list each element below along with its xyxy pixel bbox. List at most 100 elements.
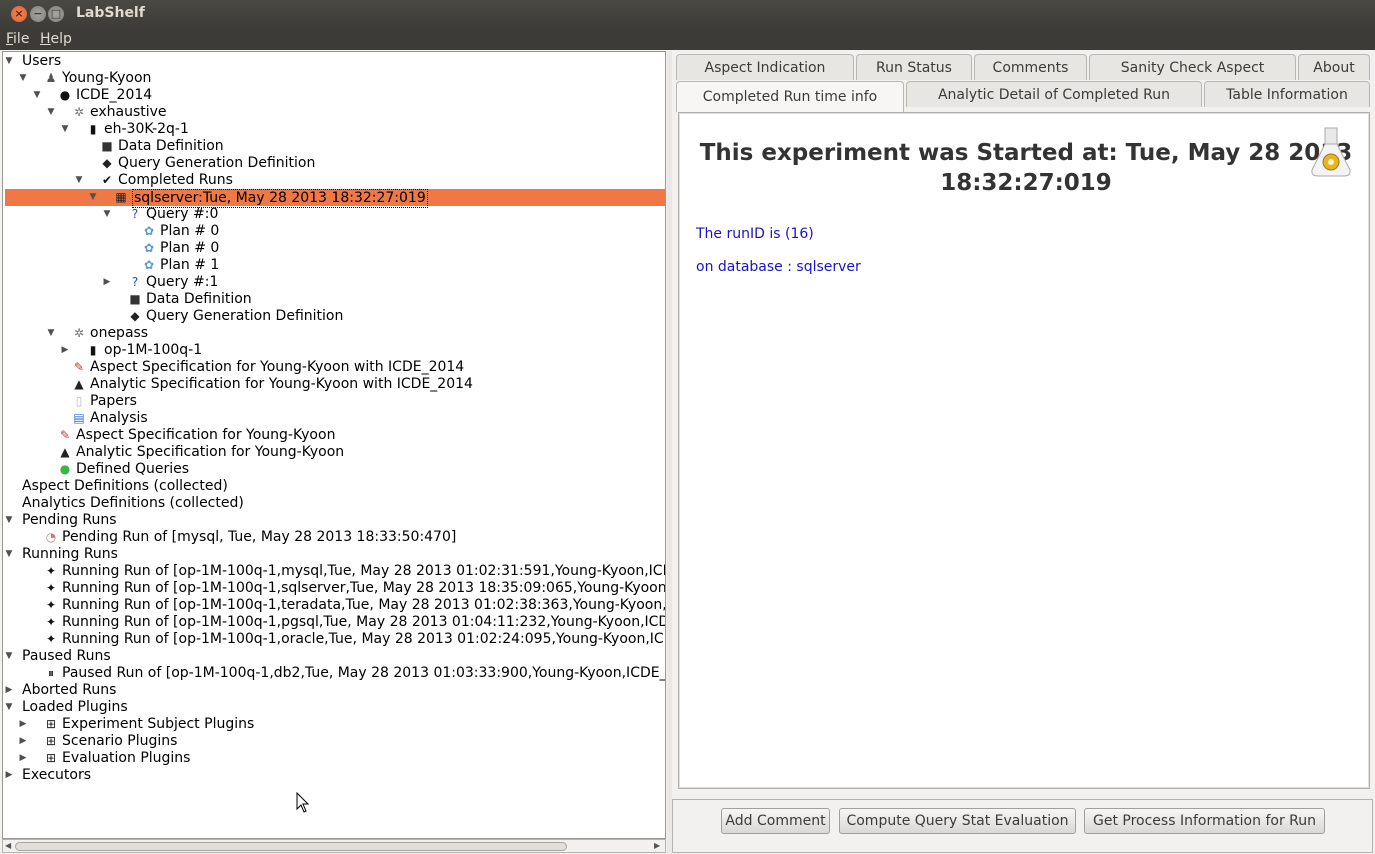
tree-node[interactable]: ✿ Plan # 0 bbox=[3, 240, 665, 257]
tab-table-information[interactable]: Table Information bbox=[1204, 81, 1370, 107]
tree-node-label: Aspect Specification for Young-Kyoon bbox=[76, 427, 336, 443]
collapsed-toggle-icon[interactable]: ▶ bbox=[102, 274, 112, 291]
collapsed-toggle-icon[interactable]: ▶ bbox=[60, 342, 70, 359]
tab-comments[interactable]: Comments bbox=[974, 54, 1087, 80]
collapsed-toggle-icon[interactable]: ▶ bbox=[18, 716, 28, 733]
tree-node[interactable]: ■ Data Definition bbox=[3, 291, 665, 308]
compute-query-stat-button[interactable]: Compute Query Stat Evaluation bbox=[839, 808, 1076, 834]
tree-node[interactable]: ▶? Query #:1 bbox=[3, 274, 665, 291]
tree-node[interactable]: ✿ Plan # 1 bbox=[3, 257, 665, 274]
tree-node[interactable]: ■ Data Definition bbox=[3, 138, 665, 155]
close-window-button[interactable]: × bbox=[11, 6, 27, 22]
tree-node[interactable]: ✿ Plan # 0 bbox=[3, 223, 665, 240]
tree-node-label: Data Definition bbox=[118, 138, 224, 154]
start-time-headline: This experiment was Started at: Tue, May… bbox=[699, 140, 1353, 196]
content-frame: This experiment was Started at: Tue, May… bbox=[679, 113, 1369, 788]
tree-node[interactable]: ▶ Executors bbox=[3, 767, 665, 784]
tree-node[interactable]: ✦ Running Run of [op-1M-100q-1,mysql,Tue,… bbox=[3, 563, 665, 580]
add-comment-button[interactable]: Add Comment bbox=[721, 808, 830, 834]
tree-node[interactable]: ◔ Pending Run of [mysql, Tue, May 28 2013… bbox=[3, 529, 665, 546]
tree-node[interactable]: ✎ Aspect Specification for Young-Kyoon bbox=[3, 427, 665, 444]
tree-node[interactable]: ✦ Running Run of [op-1M-100q-1,pgsql,Tue,… bbox=[3, 614, 665, 631]
tab-completed-run-time-info[interactable]: Completed Run time info bbox=[676, 81, 904, 112]
plugin-icon: ⊞ bbox=[45, 751, 57, 765]
tree-node-label: Loaded Plugins bbox=[22, 699, 128, 715]
user-icon: ♟ bbox=[45, 71, 57, 85]
tree-node[interactable]: ▼ ♟ Young-Kyoon bbox=[3, 70, 665, 87]
tree-node[interactable]: ◆ Query Generation Definition bbox=[3, 308, 665, 325]
tree-node[interactable]: ▼ Running Runs bbox=[3, 546, 665, 563]
tree-node[interactable]: ▼ Loaded Plugins bbox=[3, 699, 665, 716]
tree-node[interactable]: ✦ Running Run of [op-1M-100q-1,oracle,Tue… bbox=[3, 631, 665, 648]
action-button-bar: Add Comment Compute Query Stat Evaluatio… bbox=[672, 799, 1373, 853]
expanded-toggle-icon[interactable]: ▼ bbox=[4, 648, 14, 665]
runner-icon: ✦ bbox=[45, 598, 57, 612]
tree-node[interactable]: ⏸ Paused Run of [op-1M-100q-1,db2,Tue, Ma… bbox=[3, 665, 665, 682]
tab-about[interactable]: About bbox=[1298, 54, 1370, 80]
scroll-right-icon[interactable]: ▶ bbox=[654, 841, 660, 850]
expanded-toggle-icon[interactable]: ▼ bbox=[4, 699, 14, 716]
expanded-toggle-icon[interactable]: ▼ bbox=[4, 546, 14, 563]
expanded-toggle-icon[interactable]: ▼ bbox=[60, 121, 70, 138]
tree-node-label: Running Runs bbox=[22, 546, 118, 562]
collapsed-toggle-icon[interactable]: ▶ bbox=[4, 767, 14, 784]
tree-node-label: eh-30K-2q-1 bbox=[104, 121, 189, 137]
tree-node-label: Evaluation Plugins bbox=[62, 750, 191, 766]
collapsed-toggle-icon[interactable]: ▶ bbox=[18, 750, 28, 767]
tree-node[interactable]: ▼ ✲ exhaustive bbox=[3, 104, 665, 121]
tab-analytic-detail[interactable]: Analytic Detail of Completed Run bbox=[906, 81, 1202, 107]
tree-node[interactable]: ● Defined Queries bbox=[3, 461, 665, 478]
tree-node[interactable]: Aspect Definitions (collected) bbox=[3, 478, 665, 495]
tree-node[interactable]: ▲ Analytic Specification for Young-Kyoon bbox=[3, 444, 665, 461]
horizontal-scrollbar[interactable]: ◀ ▶ bbox=[2, 839, 666, 853]
tree-node[interactable]: ▶ ⊞ Scenario Plugins bbox=[3, 733, 665, 750]
expanded-toggle-icon[interactable]: ▼ bbox=[102, 206, 112, 223]
collapsed-toggle-icon[interactable]: ▶ bbox=[18, 733, 28, 750]
question-icon: ? bbox=[131, 207, 139, 221]
tree-node[interactable]: ▯ Papers bbox=[3, 393, 665, 410]
tree-node[interactable]: ▼ ● ICDE_2014 bbox=[3, 87, 665, 104]
tree-node[interactable]: ▶ ⊞ Evaluation Plugins bbox=[3, 750, 665, 767]
tree-node[interactable]: ▼ Users bbox=[3, 53, 665, 70]
tree-node[interactable]: Analytics Definitions (collected) bbox=[3, 495, 665, 512]
menu-help[interactable]: Help bbox=[40, 31, 72, 47]
expanded-toggle-icon[interactable]: ▼ bbox=[18, 70, 28, 87]
tree-node[interactable]: ▤ Analysis bbox=[3, 410, 665, 427]
get-process-info-button[interactable]: Get Process Information for Run bbox=[1084, 808, 1325, 834]
tree-node[interactable]: ▼ ✔ Completed Runs bbox=[3, 172, 665, 189]
tree-node[interactable]: ▶ Aborted Runs bbox=[3, 682, 665, 699]
flask-icon bbox=[1311, 127, 1351, 177]
expanded-toggle-icon[interactable]: ▼ bbox=[46, 104, 56, 121]
collapsed-toggle-icon[interactable]: ▶ bbox=[4, 682, 14, 699]
minimize-window-button[interactable]: − bbox=[30, 6, 46, 22]
expanded-toggle-icon[interactable]: ▼ bbox=[4, 512, 14, 529]
tree-node[interactable]: ▼ ✲ onepass bbox=[3, 325, 665, 342]
tree-node[interactable]: ▶ ▮ op-1M-100q-1 bbox=[3, 342, 665, 359]
tab-run-status[interactable]: Run Status bbox=[856, 54, 972, 80]
tree-node[interactable]: ▼ Paused Runs bbox=[3, 648, 665, 665]
tree-node[interactable]: ▼ Pending Runs bbox=[3, 512, 665, 529]
tree-node[interactable]: ▶ ⊞ Experiment Subject Plugins bbox=[3, 716, 665, 733]
tree-node[interactable]: ▼ ▮ eh-30K-2q-1 bbox=[3, 121, 665, 138]
scroll-left-icon[interactable]: ◀ bbox=[5, 841, 11, 850]
expanded-toggle-icon[interactable]: ▼ bbox=[74, 172, 84, 189]
tree-node[interactable]: ✦ Running Run of [op-1M-100q-1,sqlserver,… bbox=[3, 580, 665, 597]
tree-node[interactable]: ✦ Running Run of [op-1M-100q-1,teradata,T… bbox=[3, 597, 665, 614]
tab-sanity-check-aspect[interactable]: Sanity Check Aspect bbox=[1089, 54, 1296, 80]
tree-node[interactable]: ▲ Analytic Specification for Young-Kyoon … bbox=[3, 376, 665, 393]
tree-node[interactable]: ▼ ▦ sqlserver:Tue, May 28 2013 18:32:27:01… bbox=[3, 189, 665, 208]
tree-node-label: Pending Run of [mysql, Tue, May 28 2013 … bbox=[62, 529, 457, 545]
gear-icon: ✲ bbox=[73, 326, 85, 340]
expanded-toggle-icon[interactable]: ▼ bbox=[32, 87, 42, 104]
expanded-toggle-icon[interactable]: ▼ bbox=[46, 325, 56, 342]
expanded-toggle-icon[interactable]: ▼ bbox=[88, 189, 98, 206]
tree-node[interactable]: ▼? Query #:0 bbox=[3, 206, 665, 223]
scrollbar-thumb[interactable] bbox=[15, 842, 567, 851]
tree-node[interactable]: ✎ Aspect Specification for Young-Kyoon wi… bbox=[3, 359, 665, 376]
tree-node-label: Completed Runs bbox=[118, 172, 233, 188]
expanded-toggle-icon[interactable]: ▼ bbox=[4, 53, 14, 70]
tree-node[interactable]: ◆ Query Generation Definition bbox=[3, 155, 665, 172]
menu-file[interactable]: File bbox=[6, 31, 29, 47]
tab-aspect-indication[interactable]: Aspect Indication bbox=[676, 54, 854, 80]
maximize-window-button[interactable]: □ bbox=[48, 6, 64, 22]
